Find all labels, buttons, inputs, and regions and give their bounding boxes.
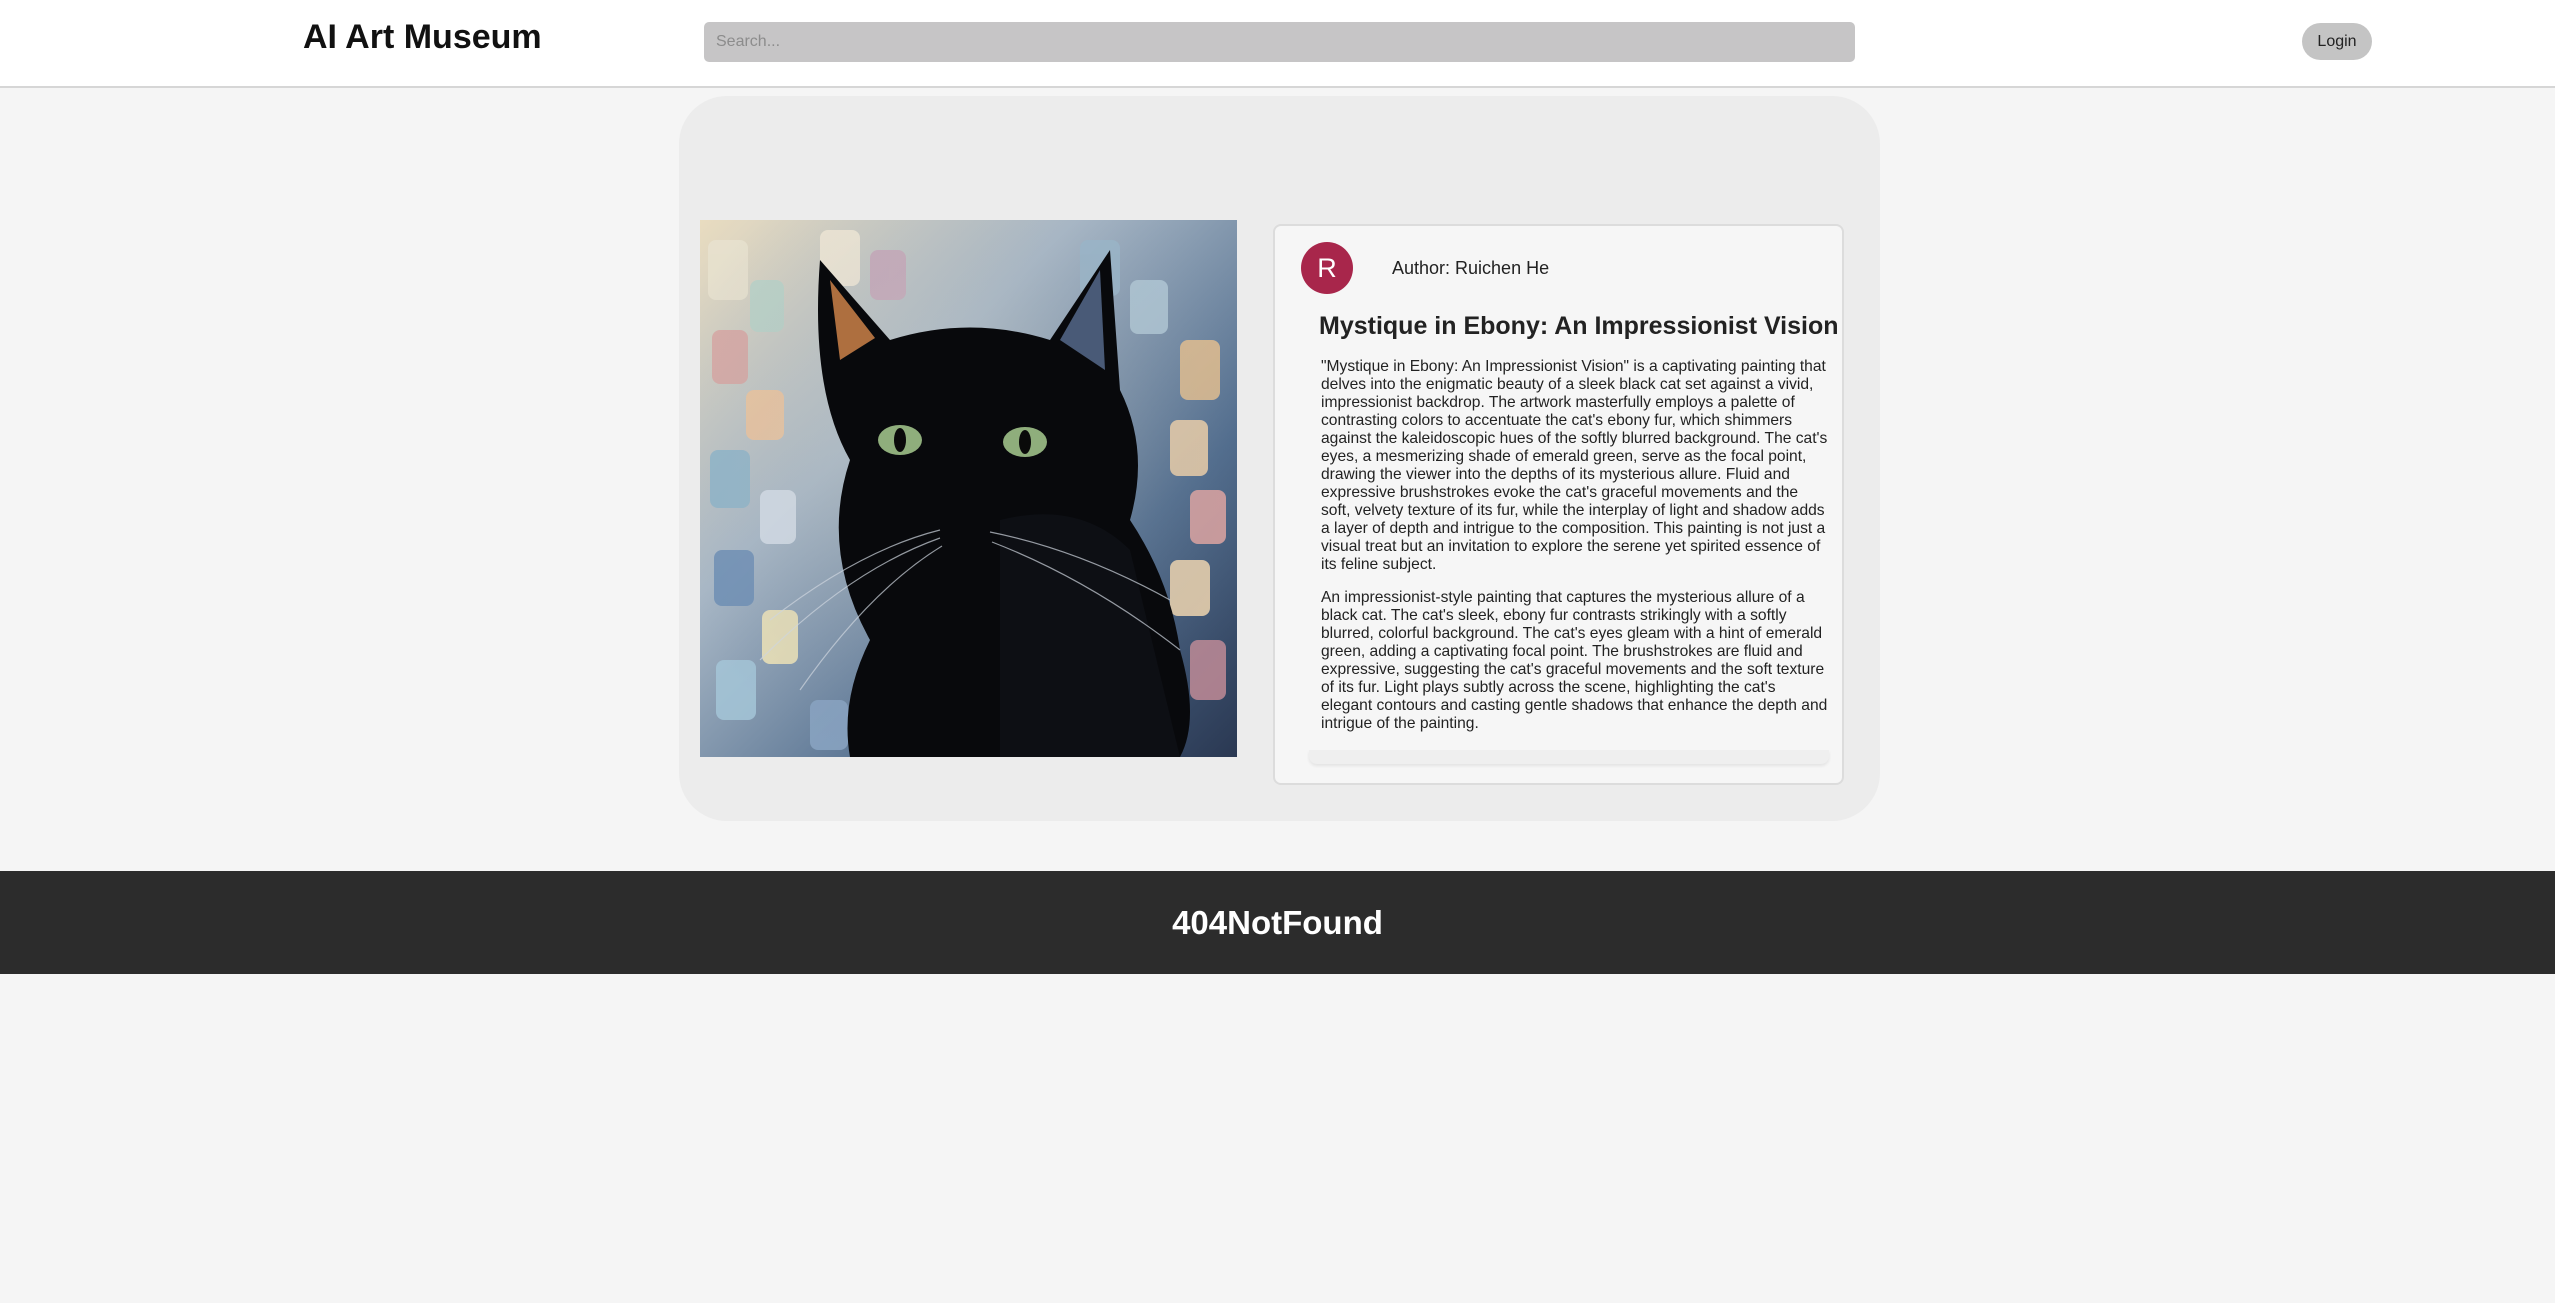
login-button[interactable]: Login [2302,23,2372,60]
artwork-image [700,220,1237,757]
artwork-info-card: R Author: Ruichen He Mystique in Ebony: … [1273,224,1844,785]
author-name[interactable]: Author: Ruichen He [1392,258,1549,279]
footer-brand: 404NotFound [1172,904,1383,941]
footer: 404NotFound [0,871,2555,974]
artwork-prompt: An impressionist-style painting that cap… [1321,589,1828,732]
artwork-title: Mystique in Ebony: An Impressionist Visi… [1319,312,1839,340]
top-navbar: AI Art Museum Login [0,0,2555,88]
card-footer-divider [1309,750,1829,764]
site-title[interactable]: AI Art Museum [303,18,542,57]
author-avatar[interactable]: R [1301,242,1353,294]
artwork-description: "Mystique in Ebony: An Impressionist Vis… [1321,358,1828,573]
search-input[interactable] [704,22,1855,62]
